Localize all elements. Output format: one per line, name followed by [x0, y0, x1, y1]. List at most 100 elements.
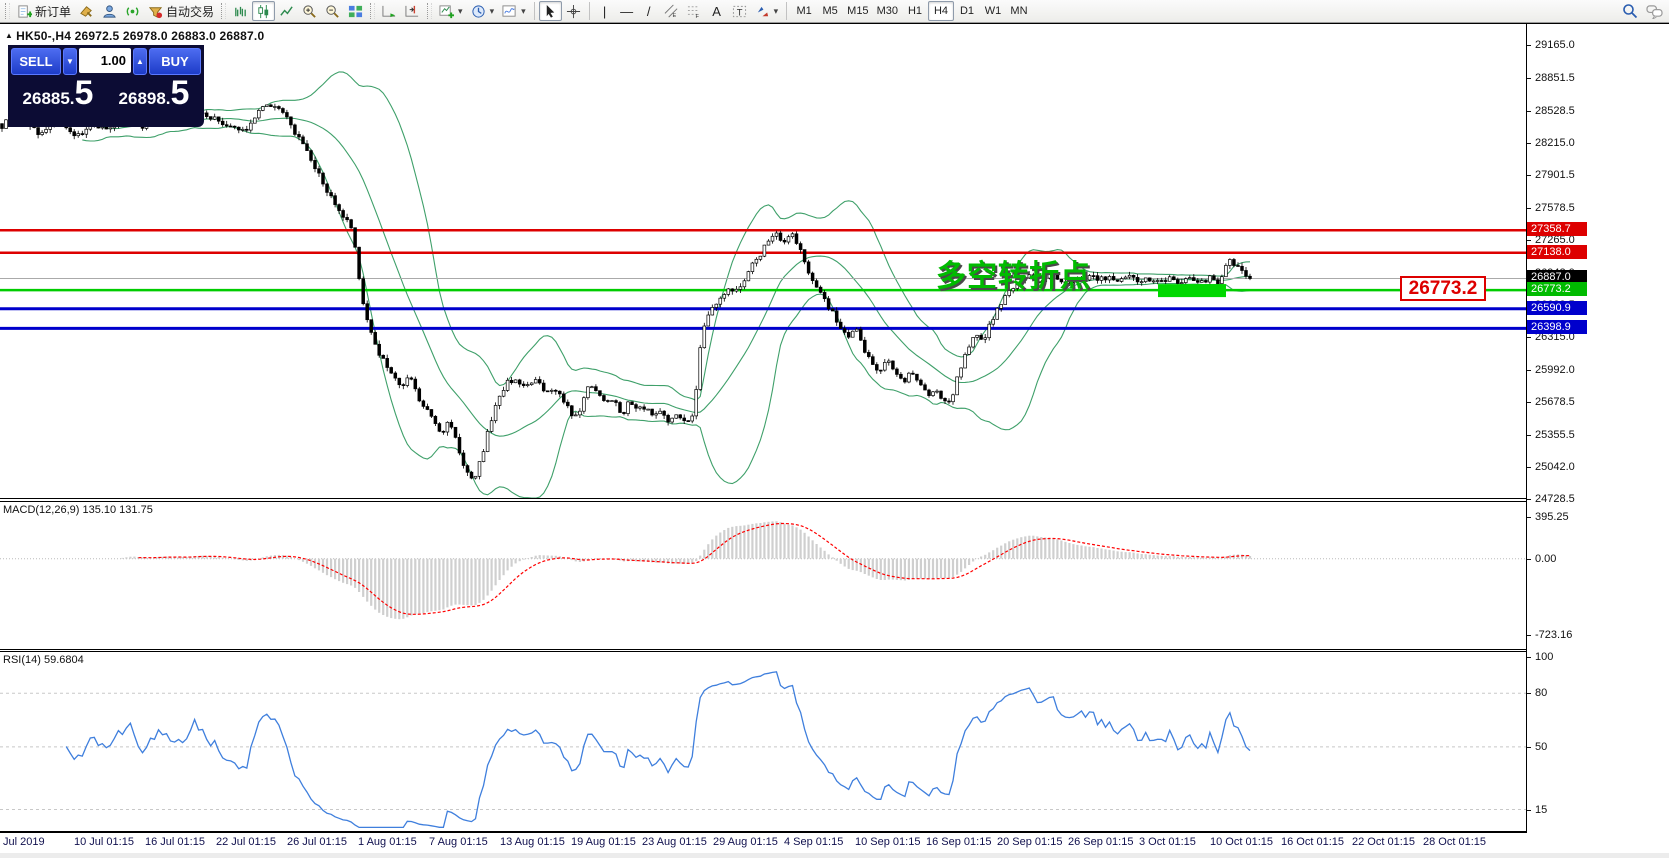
timeframe-M15[interactable]: M15	[843, 1, 872, 21]
arrows-dropdown[interactable]: ▾	[751, 1, 783, 21]
timeframe-M1[interactable]: M1	[791, 1, 817, 21]
price-level-chip: 27358.7	[1527, 222, 1587, 236]
new-chart-dropdown[interactable]: ▾	[435, 1, 467, 21]
template-dropdown[interactable]: ▾	[498, 1, 530, 21]
candlestick-mode-button[interactable]	[252, 1, 276, 21]
time-axis[interactable]: Jul 2019 10 Jul 01:15 16 Jul 01:15 22 Jul 0…	[0, 833, 1669, 853]
chat-button[interactable]	[1642, 1, 1667, 21]
timeframe-H4[interactable]: H4	[927, 1, 954, 21]
timeframe-M30[interactable]: M30	[873, 1, 902, 21]
buy-button[interactable]: BUY	[149, 48, 201, 75]
autotrading-button[interactable]: 自动交易	[144, 1, 218, 21]
axis-tick-mark	[1527, 240, 1531, 241]
rsi-indicator-label: RSI(14) 59.6804	[3, 654, 84, 666]
horizontal-line-tool[interactable]: —	[616, 1, 638, 21]
caret-down-icon: ▾	[489, 5, 495, 16]
label-tool[interactable]: T	[728, 1, 751, 21]
volume-decrease-button[interactable]: ▼	[63, 48, 77, 75]
new-order-button[interactable]: 新订单	[13, 1, 75, 21]
channel-icon: E	[664, 4, 678, 19]
new-chart-icon	[439, 4, 455, 18]
sell-price-display[interactable]: 26885. 5	[11, 76, 105, 110]
chart-shift-button[interactable]	[401, 1, 424, 21]
timeframe-D1[interactable]: D1	[954, 1, 980, 21]
axis-tick-label: 15	[1535, 804, 1548, 816]
caret-down-icon: ▾	[773, 5, 779, 16]
tile-windows-icon	[348, 5, 363, 17]
axis-tick-label: 27578.5	[1535, 202, 1575, 214]
axis-tick-mark	[1527, 208, 1531, 209]
time-axis-label: 28 Oct 01:15	[1423, 836, 1486, 848]
caret-down-icon: ▾	[458, 5, 463, 16]
time-axis-label: 22 Jul 01:15	[216, 836, 276, 848]
svg-text:F: F	[695, 14, 699, 19]
signals-button[interactable]	[121, 1, 144, 21]
price-level-chip: 27138.0	[1527, 245, 1587, 259]
axis-tick-mark	[1527, 337, 1531, 338]
svg-text:E: E	[672, 13, 676, 19]
timeframe-H1[interactable]: H1	[902, 1, 928, 21]
axis-tick-mark	[1527, 810, 1531, 811]
buy-price-display[interactable]: 26898. 5	[107, 76, 201, 110]
zoom-out-button[interactable]	[321, 1, 344, 21]
timeframe-M5[interactable]: M5	[817, 1, 843, 21]
axis-tick-label: 25042.0	[1535, 461, 1575, 473]
person-icon	[103, 4, 116, 18]
chart-plot[interactable]: ▲ HK50-,H4 26972.5 26978.0 26883.0 26887.…	[0, 24, 1526, 853]
price-level-chip: 26590.9	[1527, 301, 1587, 315]
axis-tick-mark	[1527, 111, 1531, 112]
period-dropdown[interactable]: ▾	[467, 1, 499, 21]
text-tool[interactable]: A	[706, 1, 728, 21]
axis-tick-label: 28851.5	[1535, 72, 1575, 84]
tile-windows-button[interactable]	[344, 1, 367, 21]
new-order-label: 新订单	[35, 4, 72, 19]
volume-increase-button[interactable]: ▲	[133, 48, 147, 75]
price-level-chip: 26398.9	[1527, 320, 1587, 334]
price-axis[interactable]: 29165.0 28851.5 28528.5 28215.0 27901.5 27578…	[1526, 24, 1669, 833]
line-chart-mode-button[interactable]	[275, 1, 298, 21]
auto-scroll-button[interactable]	[378, 1, 401, 21]
axis-tick-mark	[1527, 693, 1531, 694]
trendline-tool[interactable]: /	[638, 1, 660, 21]
axis-tick-label: -723.16	[1535, 629, 1573, 641]
crosshair-tool-button[interactable]	[562, 1, 585, 21]
toolbar-grip[interactable]	[427, 3, 433, 19]
vertical-line-tool[interactable]: |	[594, 1, 616, 21]
zoom-out-icon	[326, 4, 339, 18]
autotrading-label: 自动交易	[166, 4, 215, 19]
time-axis-label: 26 Sep 01:15	[1068, 836, 1134, 848]
toolbar-grip[interactable]	[221, 3, 227, 19]
time-axis-label: 10 Sep 01:15	[855, 836, 921, 848]
buy-price-big-digit: 5	[170, 74, 190, 112]
axis-tick-label: 25992.0	[1535, 364, 1575, 376]
axis-tick-mark	[1527, 635, 1531, 636]
fibonacci-tool[interactable]: F	[683, 1, 706, 21]
channel-tool[interactable]: E	[660, 1, 683, 21]
time-axis-label: 16 Sep 01:15	[926, 836, 992, 848]
strategy-tester-button[interactable]	[98, 1, 121, 21]
timeframe-W1[interactable]: W1	[980, 1, 1006, 21]
sell-price-big-digit: 5	[74, 74, 94, 112]
toolbar: 新订单 自动交易 ▾ ▾ ▾ | — / E F A T ▾ M1 M5 M15…	[0, 0, 1669, 23]
toolbar-separator	[533, 2, 535, 20]
timeframe-MN[interactable]: MN	[1006, 1, 1032, 21]
search-button[interactable]	[1618, 1, 1642, 21]
time-axis-label: 16 Oct 01:15	[1281, 836, 1344, 848]
zoom-in-icon	[303, 4, 316, 18]
toolbar-grip[interactable]	[370, 3, 376, 19]
market-watch-button[interactable]	[75, 1, 98, 21]
toolbar-grip[interactable]	[5, 3, 10, 19]
cursor-tool-button[interactable]	[538, 1, 562, 21]
zoom-in-button[interactable]	[298, 1, 321, 21]
cursor-icon	[546, 4, 554, 18]
time-axis-label: 3 Oct 01:15	[1139, 836, 1196, 848]
price-level-chip: 26773.2	[1527, 282, 1587, 296]
time-axis-label: 26 Jul 01:15	[287, 836, 347, 848]
chart-annotation-text: 多空转折点	[936, 260, 1091, 293]
volume-input[interactable]	[79, 48, 131, 73]
sell-button[interactable]: SELL	[11, 48, 61, 75]
time-axis-label: 22 Oct 01:15	[1352, 836, 1415, 848]
signal-icon	[126, 6, 139, 16]
bar-chart-mode-button[interactable]	[229, 1, 252, 21]
axis-tick-mark	[1527, 435, 1531, 436]
